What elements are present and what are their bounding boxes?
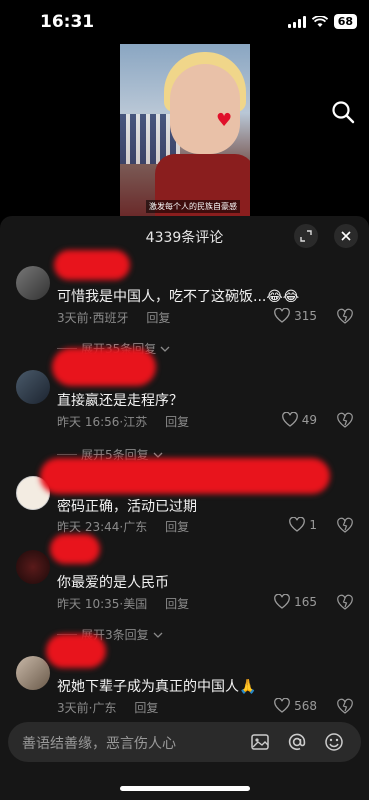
comment-item: 祝她下辈子成为真正的中国人🙏 3天前·广东 回复 568 xyxy=(0,634,369,716)
close-button[interactable] xyxy=(334,224,358,248)
comment-meta: 3天前·西班牙 回复 xyxy=(57,311,171,325)
emoji-icon[interactable] xyxy=(324,732,344,752)
comment-meta: 昨天 23:44·广东 回复 xyxy=(57,520,190,534)
like-count: 568 xyxy=(294,698,317,713)
at-icon[interactable] xyxy=(287,732,307,752)
image-icon[interactable] xyxy=(250,732,270,752)
dislike-icon[interactable] xyxy=(337,308,353,324)
comment-time: 3天前 xyxy=(57,701,89,715)
redacted-username xyxy=(50,534,100,564)
comment-item: 你最爱的是人民币 昨天 10:35·美国 回复 165 展开3条回复 xyxy=(0,534,369,646)
redacted-username xyxy=(40,458,330,494)
status-icons: 68 xyxy=(287,14,357,29)
comment-item: 可惜我是中国人，吃不了这碗饭...😂😂 3天前·西班牙 回复 315 展开35条… xyxy=(0,250,369,366)
comment-time: 昨天 10:35 xyxy=(57,597,120,611)
expand-icon xyxy=(300,230,312,242)
like-count: 49 xyxy=(301,412,317,427)
redacted-username xyxy=(54,250,130,280)
video-player[interactable]: ♥ 激发每个人的民族自豪感 xyxy=(0,44,369,216)
dislike-icon[interactable] xyxy=(337,517,353,533)
status-time: 16:31 xyxy=(40,12,95,32)
comment-location: 江苏 xyxy=(123,415,148,429)
video-thumbnail[interactable]: ♥ 激发每个人的民族自豪感 xyxy=(120,44,250,216)
like-button[interactable]: 568 xyxy=(274,698,317,713)
comment-meta: 昨天 16:56·江苏 回复 xyxy=(57,415,190,429)
comment-meta: 3天前·广东 回复 xyxy=(57,701,159,715)
like-button[interactable]: 315 xyxy=(274,308,317,323)
dislike-icon[interactable] xyxy=(337,698,353,714)
like-button[interactable]: 1 xyxy=(289,517,317,532)
signal-icon xyxy=(287,15,306,28)
comment-text: 祝她下辈子成为真正的中国人🙏 xyxy=(57,679,257,695)
comment-time: 昨天 16:56 xyxy=(57,415,120,429)
comments-panel: 4339条评论 可惜我是中国人，吃不了这碗饭...😂😂 3天前·西班牙 回复 3… xyxy=(0,216,369,800)
like-button[interactable]: 165 xyxy=(274,594,317,609)
heart-sticker-icon: ♥ xyxy=(216,110,233,131)
reply-button[interactable]: 回复 xyxy=(165,415,189,429)
like-button[interactable]: 49 xyxy=(281,412,317,427)
video-caption: 激发每个人的民族自豪感 xyxy=(146,200,240,213)
battery-indicator: 68 xyxy=(333,14,357,29)
heart-icon xyxy=(274,698,290,713)
home-indicator xyxy=(120,786,250,791)
comment-text: 你最爱的是人民币 xyxy=(57,575,169,591)
avatar[interactable] xyxy=(16,656,50,690)
comment-text: 可惜我是中国人，吃不了这碗饭...😂😂 xyxy=(57,289,300,305)
comment-item: 直接嬴还是走程序？ 昨天 16:56·江苏 回复 49 展开5条回复 xyxy=(0,348,369,470)
like-count: 1 xyxy=(309,517,317,532)
like-count: 165 xyxy=(294,594,317,609)
avatar[interactable] xyxy=(16,370,50,404)
comment-time: 昨天 23:44 xyxy=(57,520,120,534)
expand-button[interactable] xyxy=(294,224,318,248)
comment-location: 广东 xyxy=(123,520,148,534)
dislike-icon[interactable] xyxy=(337,594,353,610)
reply-button[interactable]: 回复 xyxy=(134,701,158,715)
comment-location: 广东 xyxy=(92,701,117,715)
search-icon[interactable] xyxy=(331,100,355,124)
comment-input[interactable]: 善语结善缘，恶言伤人心 xyxy=(22,733,176,753)
avatar[interactable] xyxy=(16,266,50,300)
heart-icon xyxy=(289,517,306,532)
comment-text: 直接嬴还是走程序？ xyxy=(57,393,183,409)
chevron-down-icon xyxy=(153,632,163,638)
comment-location: 美国 xyxy=(123,597,148,611)
comment-text: 密码正确，活动已过期 xyxy=(57,499,197,515)
avatar[interactable] xyxy=(16,550,50,584)
comment-item: 密码正确，活动已过期 昨天 23:44·广东 回复 1 xyxy=(0,458,369,546)
close-icon xyxy=(341,231,351,241)
redacted-username xyxy=(52,348,156,386)
heart-icon xyxy=(274,308,290,323)
wifi-icon xyxy=(311,15,328,27)
status-bar: 16:31 68 xyxy=(0,0,369,44)
reply-button[interactable]: 回复 xyxy=(165,597,189,611)
reply-button[interactable]: 回复 xyxy=(165,520,189,534)
reply-button[interactable]: 回复 xyxy=(146,311,170,325)
comments-header: 4339条评论 xyxy=(0,216,369,256)
heart-icon xyxy=(281,412,298,427)
like-count: 315 xyxy=(294,308,317,323)
heart-icon xyxy=(274,594,290,609)
comment-time: 3天前 xyxy=(57,311,89,325)
comment-input-bar[interactable]: 善语结善缘，恶言伤人心 xyxy=(8,722,361,762)
comment-meta: 昨天 10:35·美国 回复 xyxy=(57,597,190,611)
chevron-down-icon xyxy=(153,452,163,458)
comment-location: 西班牙 xyxy=(92,311,129,325)
dislike-icon[interactable] xyxy=(337,412,353,428)
chevron-down-icon xyxy=(160,346,170,352)
redacted-username xyxy=(46,634,106,668)
